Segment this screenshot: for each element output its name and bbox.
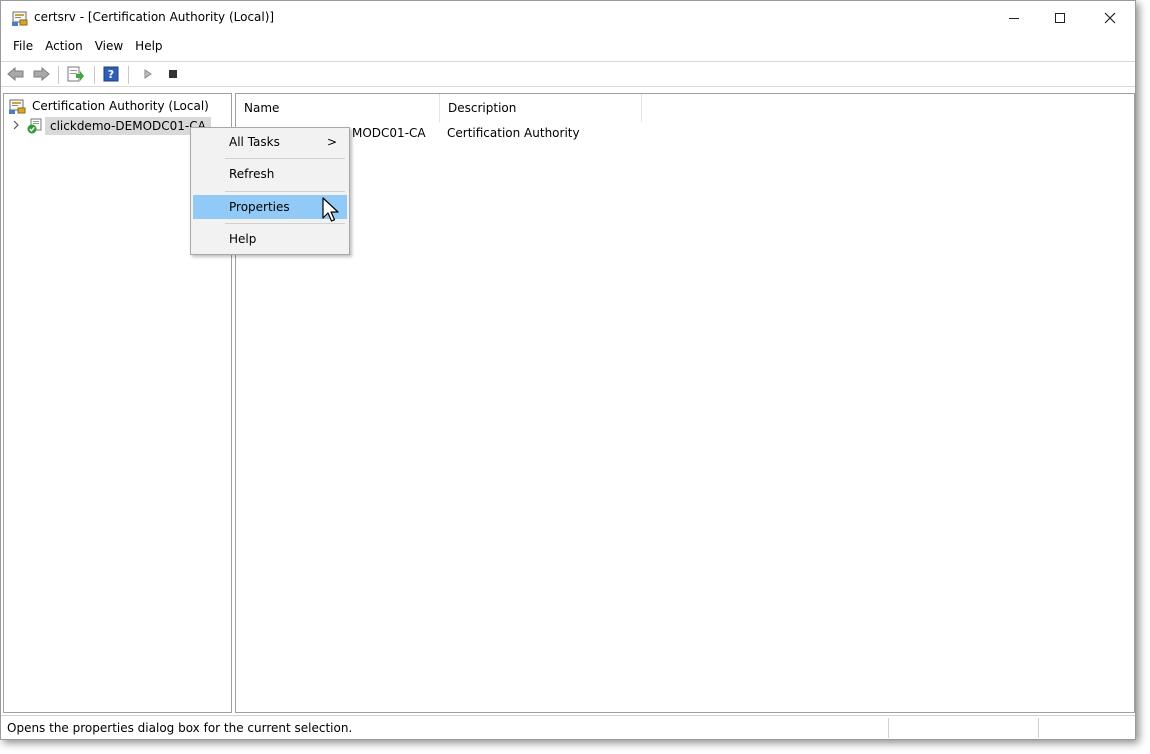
mouse-cursor-icon [322,197,342,225]
tree-child-label: clickdemo-DEMODC01-CA [45,117,211,135]
toolbar-separator [94,66,95,84]
tree-root-label: Certification Authority (Local) [32,99,209,113]
menu-action[interactable]: Action [39,35,89,57]
certsrv-app-icon [11,9,29,27]
status-bar: Opens the properties dialog box for the … [1,715,1135,739]
list-row-description: Certification Authority [447,126,580,140]
menu-separator [225,158,345,159]
toolbar: ? [1,61,1135,87]
menu-separator [225,191,345,192]
toolbar-separator [128,66,129,84]
context-menu: All Tasks > Refresh Properties Help [190,127,350,255]
ca-certificate-icon [27,118,43,134]
status-text: Opens the properties dialog box for the … [7,721,353,735]
minimize-icon[interactable] [991,1,1037,34]
window-title: certsrv - [Certification Authority (Loca… [34,10,275,24]
column-header-description[interactable]: Description [440,94,642,122]
certification-authority-icon [9,98,27,114]
mmc-window: certsrv - [Certification Authority (Loca… [0,0,1136,740]
list-row-name[interactable]: MODC01-CA [352,126,426,140]
submenu-arrow-icon: > [326,135,337,149]
context-item-label: All Tasks [229,135,280,149]
menu-bar: File Action View Help [1,35,1135,57]
title-bar[interactable]: certsrv - [Certification Authority (Loca… [1,1,1135,34]
back-icon[interactable] [7,66,25,82]
help-icon[interactable]: ? [102,66,120,82]
chevron-right-icon[interactable] [12,120,22,133]
column-header-name[interactable]: Name [236,94,440,122]
context-item-all-tasks[interactable]: All Tasks > [193,130,347,154]
maximize-icon[interactable] [1037,1,1083,34]
menu-view[interactable]: View [89,35,129,57]
result-pane[interactable]: Name Description MODC01-CA Certification… [235,93,1135,713]
close-icon[interactable] [1087,1,1133,34]
context-item-refresh[interactable]: Refresh [193,162,347,186]
forward-icon[interactable] [32,66,50,82]
svg-text:?: ? [108,68,114,81]
tree-item-ca[interactable]: clickdemo-DEMODC01-CA [12,117,211,135]
toolbar-separator [58,66,59,84]
status-divider [1038,718,1039,738]
tree-item-root[interactable]: Certification Authority (Local) [9,97,209,115]
export-list-icon[interactable] [67,66,85,82]
start-service-icon[interactable] [139,66,157,82]
menu-help[interactable]: Help [129,35,168,57]
stop-service-icon[interactable] [164,66,182,82]
menu-file[interactable]: File [7,35,39,57]
status-divider [888,718,889,738]
context-item-help[interactable]: Help [193,227,347,251]
